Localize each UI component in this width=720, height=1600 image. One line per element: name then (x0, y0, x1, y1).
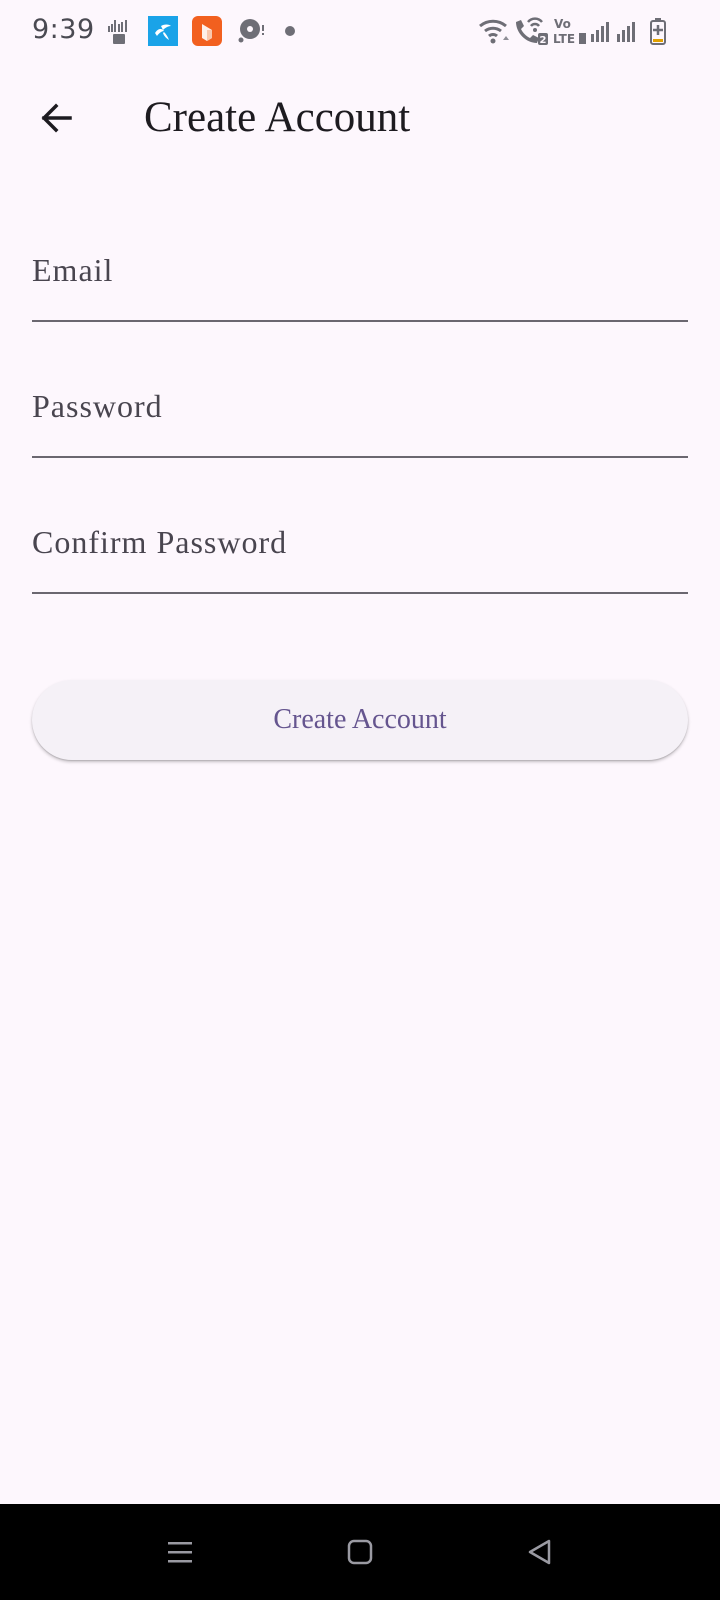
svg-text:LTE: LTE (553, 32, 575, 46)
signal-1-icon (591, 22, 609, 42)
back-nav-icon (528, 1539, 551, 1565)
page-title: Create Account (144, 94, 411, 141)
orange-app-icon (192, 16, 222, 46)
password-field-container (32, 356, 688, 458)
telenor-app-icon (148, 16, 178, 46)
email-field-container (32, 220, 688, 322)
home-icon (347, 1539, 373, 1565)
create-account-button-label: Create Account (273, 704, 447, 735)
app-bar: Create Account (0, 66, 720, 174)
arrow-back-icon (41, 103, 72, 133)
camera-icon (238, 19, 264, 43)
back-nav-button[interactable] (520, 1532, 560, 1572)
back-button[interactable] (28, 90, 84, 146)
wifi-icon (479, 19, 509, 44)
signal-2-icon (617, 22, 635, 42)
password-field[interactable] (32, 356, 688, 456)
create-account-button[interactable]: Create Account (32, 680, 688, 760)
recent-apps-icon (168, 1542, 192, 1563)
dot-icon (285, 26, 295, 36)
confirm-password-field-container (32, 492, 688, 594)
email-field[interactable] (32, 220, 688, 320)
recent-apps-button[interactable] (160, 1532, 200, 1572)
status-bar: 9:39 2 Vo LTE (0, 0, 720, 66)
svg-text:Vo: Vo (554, 17, 571, 31)
battery-charging-icon (650, 18, 666, 45)
wifi-call-icon: 2 (516, 17, 548, 46)
sim-network-icon (108, 20, 127, 44)
volte-icon: Vo LTE (553, 17, 586, 46)
system-nav-bar (0, 1504, 720, 1600)
home-button[interactable] (340, 1532, 380, 1572)
status-time: 9:39 (32, 14, 95, 45)
call-sim-badge: 2 (540, 35, 547, 46)
confirm-password-field[interactable] (32, 492, 688, 592)
